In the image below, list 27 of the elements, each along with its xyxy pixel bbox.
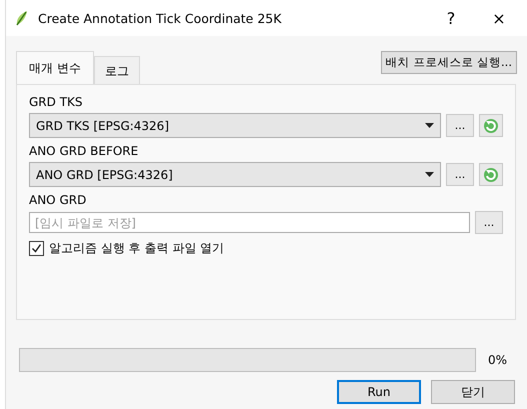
progress-percent: 0% (488, 353, 507, 367)
refresh-button[interactable] (479, 163, 503, 186)
help-button[interactable]: ? (431, 8, 471, 28)
window-title: Create Annotation Tick Coordinate 25K (38, 10, 282, 26)
browse-button[interactable]: ... (446, 114, 474, 137)
parameter-label: ANO GRD BEFORE (29, 144, 140, 158)
parameter-label: GRD TKS (29, 95, 84, 109)
tab[interactable]: 로그 (94, 56, 140, 84)
layer-dropdown[interactable]: ANO GRD [EPSG:4326] (29, 162, 441, 187)
close-button[interactable]: 닫기 (431, 380, 515, 404)
browse-button[interactable]: ... (475, 211, 503, 234)
refresh-icon (483, 166, 499, 182)
refresh-button[interactable] (479, 114, 503, 137)
browse-button[interactable]: ... (446, 163, 474, 186)
batch-process-button[interactable]: 배치 프로세스로 실행... (380, 51, 517, 74)
tab[interactable]: 매개 변수 (16, 51, 94, 84)
run-button[interactable]: Run (337, 380, 421, 404)
close-button[interactable]: × (479, 8, 519, 28)
checkbox-label: 알고리즘 실행 후 출력 파일 열기 (49, 240, 224, 257)
parameter-label: ANO GRD (29, 193, 88, 207)
checkbox[interactable] (29, 241, 44, 256)
refresh-icon (483, 118, 499, 134)
layer-dropdown[interactable]: GRD TKS [EPSG:4326] (29, 113, 441, 138)
dropdown-arrow-icon (425, 172, 434, 177)
output-file-field[interactable]: [임시 파일로 저장] (29, 212, 470, 233)
app-icon (14, 9, 30, 27)
dropdown-arrow-icon (425, 123, 434, 128)
